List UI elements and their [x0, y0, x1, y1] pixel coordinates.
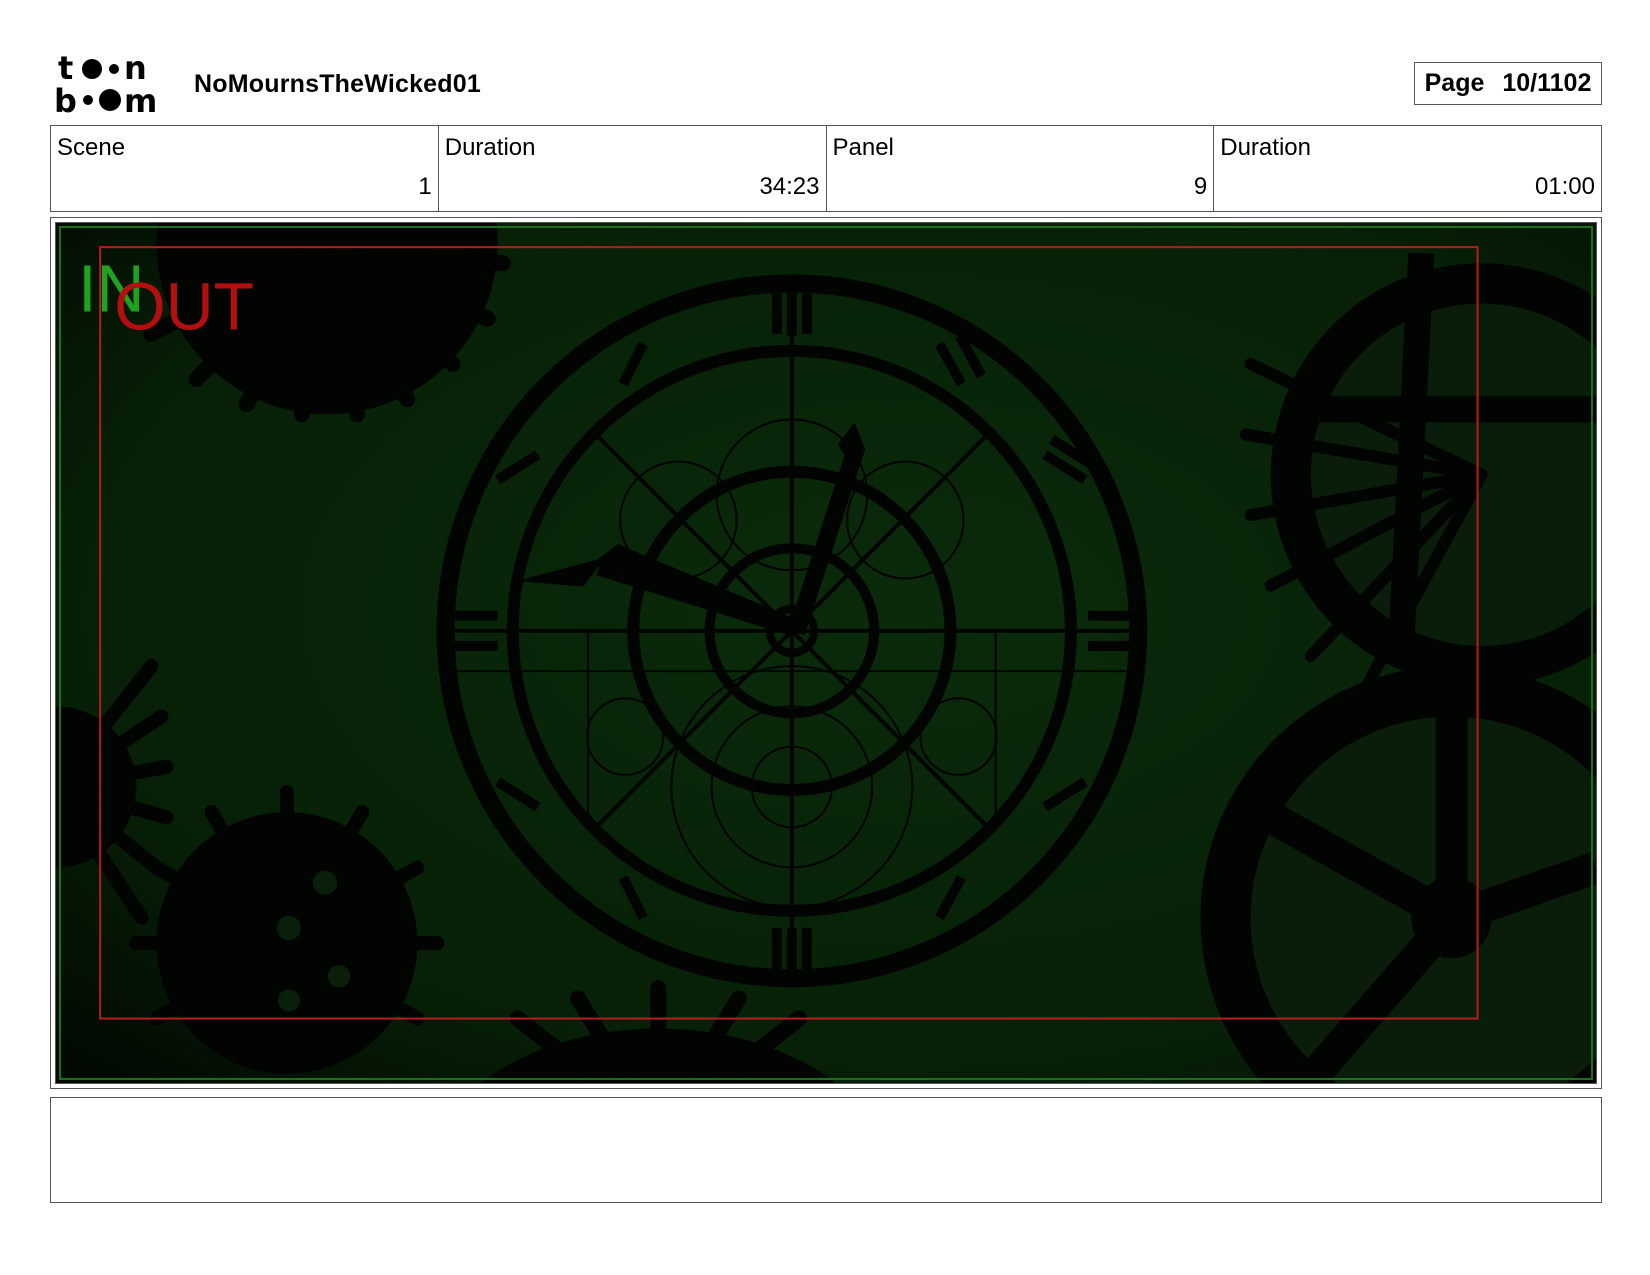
page-value: 10/1102: [1502, 69, 1592, 97]
toon-boom-logo-graphic: t n b m: [54, 52, 157, 116]
panel-label: Panel: [832, 134, 894, 161]
panel-value: 9: [1193, 173, 1208, 200]
panel-notes-box: [50, 1097, 1602, 1203]
svg-text:b: b: [54, 82, 77, 116]
svg-text:m: m: [124, 82, 157, 116]
storyboard-panel-frame: IN OUT: [50, 217, 1602, 1089]
panel-duration-value: 01:00: [1534, 173, 1595, 200]
toon-boom-logo: t n b m: [54, 52, 172, 116]
panel-cell: Panel 9: [827, 126, 1215, 211]
page-indicator: Page 10/1102: [1414, 62, 1602, 105]
panel-duration-label: Duration: [1220, 134, 1311, 161]
out-marker: OUT: [114, 271, 254, 345]
scene-label: Scene: [57, 134, 126, 161]
scene-duration-label: Duration: [444, 134, 536, 161]
scene-duration-value: 34:23: [759, 173, 820, 200]
scene-cell: Scene 1: [51, 126, 439, 211]
scene-value: 1: [418, 173, 432, 200]
page-label: Page: [1424, 69, 1485, 97]
project-title: NoMournsTheWicked01: [194, 70, 481, 98]
panel-duration-cell: Duration 01:00: [1214, 126, 1601, 211]
panel-image: IN OUT: [55, 222, 1597, 1084]
panel-info-table: Scene 1 Duration 34:23 Panel 9 Duration …: [50, 125, 1602, 212]
scene-duration-cell: Duration 34:23: [439, 126, 827, 211]
clock-gears-artwork: IN OUT: [56, 223, 1596, 1083]
